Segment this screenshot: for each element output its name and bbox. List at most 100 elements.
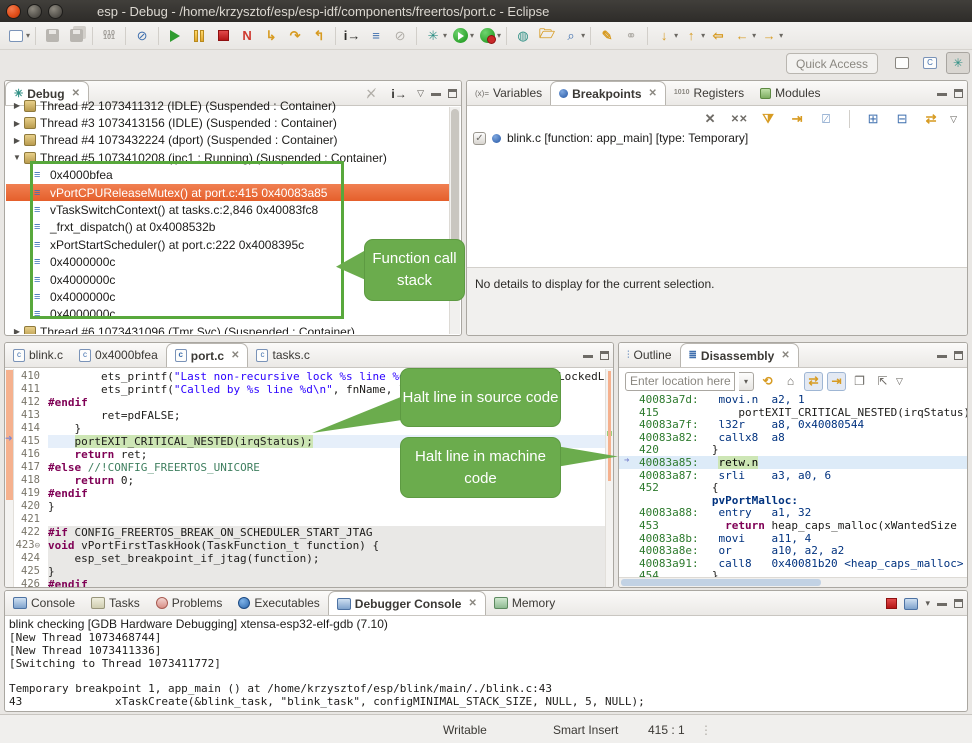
line-number[interactable]: 414 bbox=[14, 422, 48, 435]
line-number[interactable]: 421 bbox=[14, 513, 48, 526]
pin-view-button[interactable]: ⇱ bbox=[873, 372, 892, 391]
breakpoints-view-menu[interactable]: ▽ bbox=[950, 114, 957, 125]
breakpoint-item[interactable]: ✓ blink.c [function: app_main] [type: Te… bbox=[473, 131, 748, 145]
step-into-button[interactable]: ↳ bbox=[260, 25, 282, 47]
disassembly-line[interactable]: 40083a7f: l32r a8, 0x40080544 bbox=[619, 418, 967, 431]
tab-disassembly[interactable]: ≣ Disassembly ✕ bbox=[680, 343, 799, 367]
resume-button[interactable] bbox=[164, 25, 186, 47]
breakpoints-maximize-button[interactable] bbox=[954, 89, 963, 98]
window-close-button[interactable] bbox=[6, 4, 21, 19]
new-disassembly-view-button[interactable]: ❐ bbox=[850, 372, 869, 391]
tab-registers[interactable]: 1010 Registers bbox=[666, 81, 752, 105]
tab-problems[interactable]: Problems bbox=[148, 591, 231, 615]
tree-expander-icon[interactable]: ▶ bbox=[12, 136, 22, 145]
thread-row[interactable]: ▶Thread #2 1073411312 (IDLE) (Suspended … bbox=[6, 97, 449, 114]
quick-access-box[interactable]: Quick Access bbox=[786, 53, 878, 74]
skip-all-breakpoints-button[interactable]: ⊘ bbox=[131, 25, 153, 47]
line-number[interactable]: 413 bbox=[14, 409, 48, 422]
thread-row[interactable]: ▶Thread #6 1073431096 (Tmr Svc) (Suspend… bbox=[6, 323, 449, 334]
last-edit-location-button[interactable]: ↓ bbox=[653, 25, 675, 47]
search-button[interactable]: ⌕ bbox=[560, 25, 582, 47]
disassembly-line[interactable]: 40083a8b: movi a11, 4 bbox=[619, 532, 967, 545]
line-number[interactable]: 411 bbox=[14, 383, 48, 396]
disassembly-line[interactable]: 453 return heap_caps_malloc(xWantedSize bbox=[619, 519, 967, 532]
disassembly-code-area[interactable]: 40083a7d: movi.n a2, 1415 portEXIT_CRITI… bbox=[619, 393, 967, 577]
debug-minimize-button[interactable] bbox=[431, 93, 441, 96]
disassembly-line[interactable]: 40083a88: entry a1, 32 bbox=[619, 506, 967, 519]
window-minimize-button[interactable] bbox=[27, 4, 42, 19]
disassembly-line[interactable]: 40083a87: srli a3, a0, 6 bbox=[619, 469, 967, 482]
tab-port-c[interactable]: c port.c ✕ bbox=[166, 343, 249, 367]
mark-occurrences-button[interactable]: ✎ bbox=[596, 25, 618, 47]
line-number[interactable]: 419 bbox=[14, 487, 48, 500]
editor-line[interactable]: 422#if CONFIG_FREERTOS_BREAK_ON_SCHEDULE… bbox=[14, 526, 605, 539]
editor-maximize-button[interactable] bbox=[600, 351, 609, 360]
disassembly-line[interactable]: 452 { bbox=[619, 481, 967, 494]
disassembly-hscroll-thumb[interactable] bbox=[621, 579, 821, 586]
editor-line[interactable]: 420} bbox=[14, 500, 605, 513]
line-number[interactable]: 410 bbox=[14, 370, 48, 383]
tab-breakpoints[interactable]: Breakpoints ✕ bbox=[550, 81, 666, 105]
tab-console[interactable]: Console bbox=[5, 591, 83, 615]
show-debug-sources-button[interactable]: ≡ bbox=[365, 25, 387, 47]
cpp-perspective-button[interactable]: C bbox=[918, 52, 942, 74]
line-number[interactable]: 425 bbox=[14, 565, 48, 578]
profile-button[interactable] bbox=[476, 25, 498, 47]
restart-button[interactable]: ⊘ bbox=[389, 25, 411, 47]
tree-expander-icon[interactable]: ▶ bbox=[12, 327, 22, 334]
debug-button[interactable]: ✳ bbox=[422, 25, 444, 47]
console-terminate-button[interactable] bbox=[886, 598, 897, 609]
line-number[interactable]: 426 bbox=[14, 578, 48, 587]
forward-button[interactable]: → bbox=[758, 25, 780, 47]
open-type-button[interactable]: ◍ bbox=[512, 25, 534, 47]
line-number[interactable]: 423⊖ bbox=[14, 539, 48, 552]
tab-tasks-c[interactable]: c tasks.c bbox=[248, 343, 317, 367]
tab-debugger-console-close-icon[interactable]: ✕ bbox=[468, 598, 476, 609]
go-to-file-button[interactable]: ⇥ bbox=[788, 110, 806, 128]
open-resource-button[interactable]: 🗁 bbox=[536, 25, 558, 47]
disassembly-line[interactable]: ➜40083a85: retw.n bbox=[619, 456, 967, 469]
disassembly-minimize-button[interactable] bbox=[937, 355, 947, 358]
display-console-button[interactable] bbox=[904, 598, 918, 610]
home-button[interactable]: ⌂ bbox=[781, 372, 800, 391]
collapse-all-button[interactable]: ⊟ bbox=[893, 110, 911, 128]
save-all-button[interactable] bbox=[65, 25, 87, 47]
disassembly-view-menu[interactable]: ▽ bbox=[896, 376, 903, 387]
line-number[interactable]: 422 bbox=[14, 526, 48, 539]
track-expression-button[interactable]: ⇄ bbox=[804, 372, 823, 391]
tab-port-c-close-icon[interactable]: ✕ bbox=[231, 350, 239, 361]
editor-line[interactable]: 421 bbox=[14, 513, 605, 526]
tree-expander-icon[interactable]: ▼ bbox=[12, 153, 22, 162]
tab-breakpoints-close-icon[interactable]: ✕ bbox=[649, 88, 657, 99]
location-dropdown[interactable]: ▾ bbox=[739, 372, 754, 391]
line-number[interactable]: 424 bbox=[14, 552, 48, 565]
tab-debugger-console[interactable]: Debugger Console ✕ bbox=[328, 591, 486, 615]
run-button[interactable] bbox=[449, 25, 471, 47]
terminate-button[interactable] bbox=[212, 25, 234, 47]
remove-breakpoint-button[interactable]: ✕ bbox=[701, 110, 719, 128]
window-maximize-button[interactable] bbox=[48, 4, 63, 19]
line-number[interactable]: 416 bbox=[14, 448, 48, 461]
tree-expander-icon[interactable]: ▶ bbox=[12, 101, 22, 110]
tree-expander-icon[interactable]: ▶ bbox=[12, 119, 22, 128]
step-return-button[interactable]: ↰ bbox=[308, 25, 330, 47]
disassembly-line[interactable]: 40083a8e: or a10, a2, a2 bbox=[619, 544, 967, 557]
line-number[interactable]: 412 bbox=[14, 396, 48, 409]
build-button[interactable]: 010101 bbox=[98, 25, 120, 47]
disassembly-line[interactable]: 40083a7d: movi.n a2, 1 bbox=[619, 393, 967, 406]
breakpoint-checkbox[interactable]: ✓ bbox=[473, 132, 486, 145]
tab-modules[interactable]: Modules bbox=[752, 81, 828, 105]
editor-line[interactable]: 423⊖void vPortFirstTaskHook(TaskFunction… bbox=[14, 539, 605, 552]
instruction-stepping-button[interactable]: i→ bbox=[341, 25, 363, 47]
fold-marker-icon[interactable]: ⊖ bbox=[35, 541, 40, 551]
suspend-button[interactable] bbox=[188, 25, 210, 47]
tab-variables[interactable]: (x)= Variables bbox=[467, 81, 550, 105]
debug-vscroll-thumb[interactable] bbox=[451, 109, 459, 249]
tab-executables[interactable]: Executables bbox=[230, 591, 327, 615]
tab-blink-c[interactable]: c blink.c bbox=[5, 343, 71, 367]
location-input[interactable]: Enter location here bbox=[625, 372, 735, 391]
debug-maximize-button[interactable] bbox=[448, 89, 457, 98]
new-wizard-button[interactable] bbox=[5, 25, 27, 47]
disassembly-line[interactable]: 454 } bbox=[619, 569, 967, 577]
editor-line[interactable]: 426#endif bbox=[14, 578, 605, 587]
